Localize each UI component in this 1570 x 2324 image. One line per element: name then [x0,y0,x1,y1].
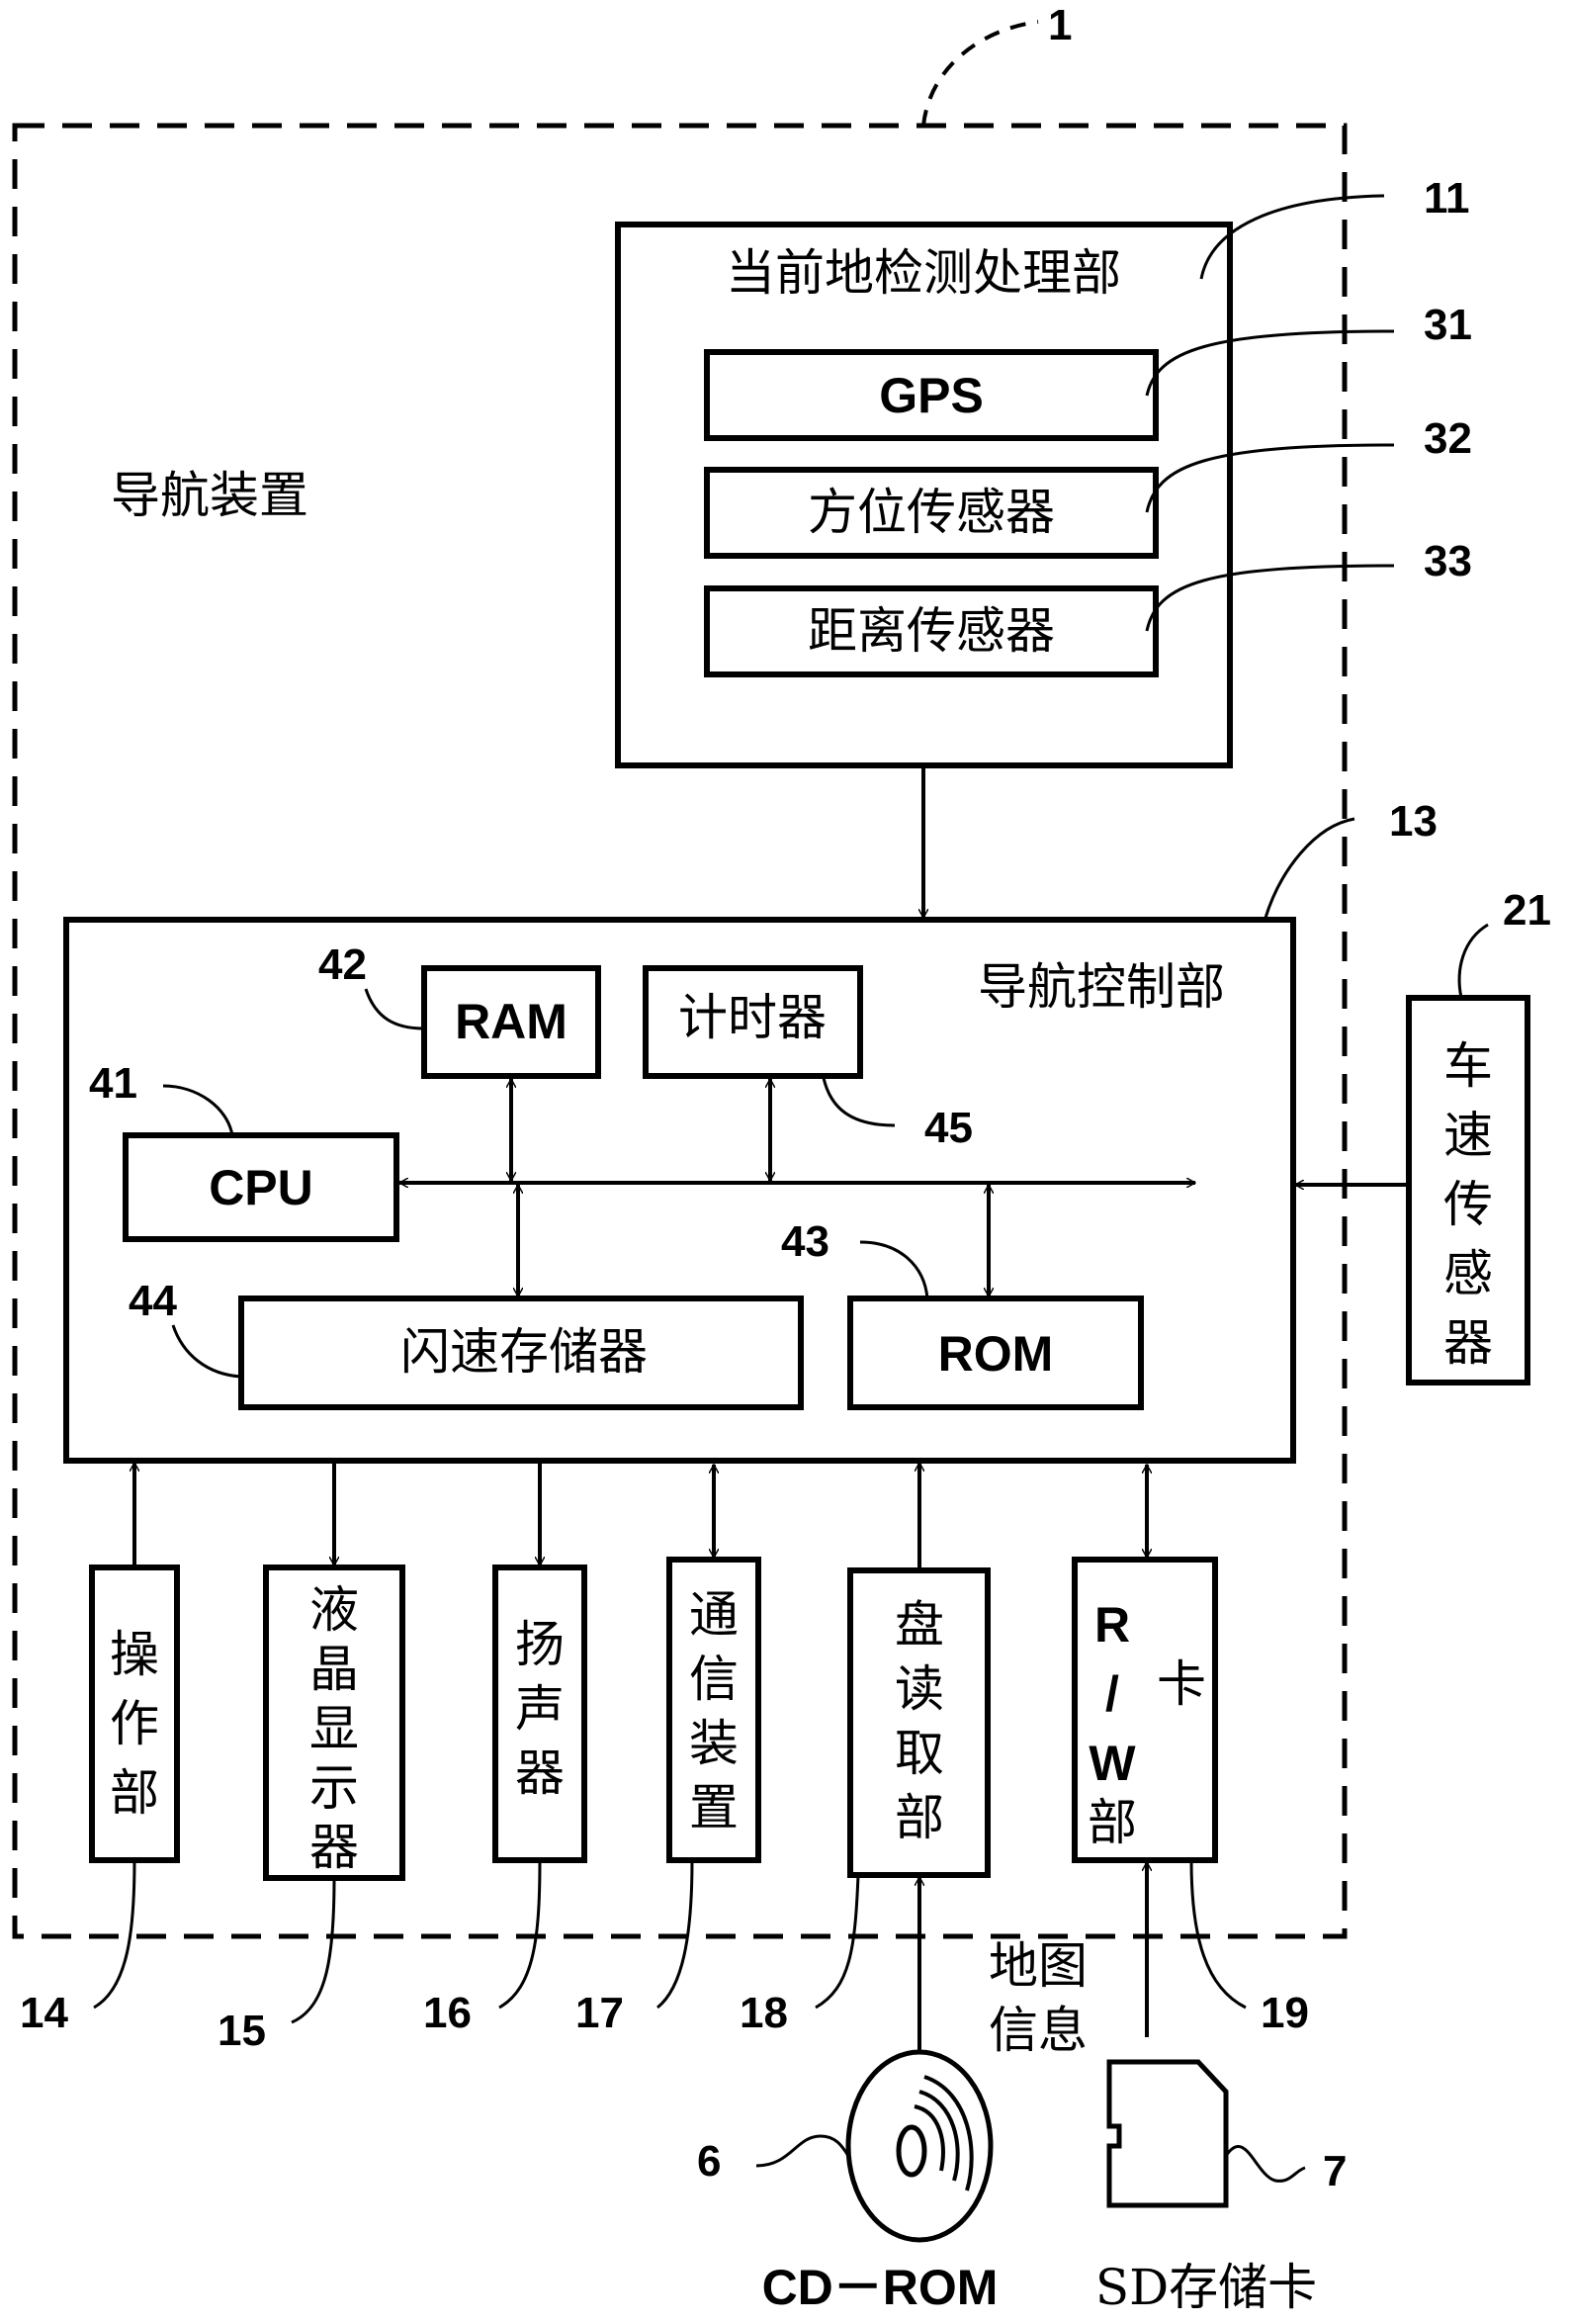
svg-text:器: 器 [309,1819,359,1876]
svg-text:器: 器 [1443,1314,1493,1372]
svg-text:声: 声 [515,1680,565,1738]
ref-21-label: 21 [1503,886,1551,935]
cpu-label: CPU [209,1160,313,1215]
ref-13-leader [1264,817,1355,919]
svg-text:感: 感 [1443,1245,1493,1302]
ref-1-leader [921,20,1039,127]
cdrom-label: CD－ROM [762,2260,999,2315]
map-info-label: 地图 信息 [989,1937,1088,2059]
svg-text:部: 部 [110,1764,159,1822]
ref-41-label: 41 [89,1059,137,1108]
svg-text:示: 示 [309,1759,359,1817]
sd-card-icon [1106,2059,1229,2208]
svg-text:取: 取 [895,1725,944,1782]
ref-19-label: 19 [1261,1989,1309,2037]
svg-text:地图: 地图 [989,1937,1088,1995]
ref-44-label: 44 [129,1277,177,1325]
svg-text:作: 作 [110,1695,159,1752]
svg-text:盘: 盘 [895,1596,944,1654]
svg-text:部: 部 [1088,1794,1137,1851]
flash-memory-label: 闪速存储器 [400,1323,648,1381]
ref-33-label: 33 [1424,537,1472,585]
lcd-display-label: 液 晶 显 示 器 [309,1581,359,1876]
ref-6-leader [755,2134,850,2168]
ref-16-label: 16 [423,1989,472,2037]
navigation-device-label: 导航装置 [111,467,308,524]
svg-text:液: 液 [309,1581,359,1639]
svg-text:速: 速 [1443,1107,1493,1164]
ram-label: RAM [455,994,567,1049]
sd-card-label: SD存储卡 [1095,2259,1317,2316]
vehicle-speed-sensor-label: 车 速 传 感 器 [1443,1037,1493,1372]
cdrom-icon [845,2049,994,2243]
rom-label: ROM [938,1326,1054,1382]
ref-45-label: 45 [924,1104,973,1152]
ref-6-label: 6 [697,2137,721,2186]
ref-11-label: 11 [1424,174,1470,223]
ref-18-label: 18 [740,1989,788,2037]
ref-17-label: 17 [575,1989,624,2037]
speaker-label: 扬 声 器 [515,1616,565,1802]
operation-unit-label: 操 作 部 [110,1626,159,1822]
ref-7-label: 7 [1323,2147,1347,2195]
ref-1-label: 1 [1048,1,1072,49]
svg-text:装: 装 [689,1715,739,1772]
ref-13-label: 13 [1389,797,1438,846]
ref-21-leader [1457,923,1489,999]
svg-text:卡: 卡 [1157,1655,1206,1713]
ref-42-label: 42 [318,940,367,989]
svg-text:信息: 信息 [989,2002,1088,2059]
svg-text:置: 置 [689,1779,739,1836]
svg-text:/: / [1105,1666,1119,1722]
svg-text:器: 器 [515,1744,565,1802]
svg-text:通: 通 [689,1586,739,1644]
ref-14-label: 14 [20,1989,68,2037]
timer-label: 计时器 [678,989,827,1046]
ref-15-label: 15 [218,2007,266,2055]
ref-18-leader [815,1874,860,2010]
svg-text:传: 传 [1443,1176,1493,1233]
navigation-device-block-diagram: marker path { stroke-width:3; } 1 导航装置 当… [12,1,1551,2316]
current-position-detection-title: 当前地检测处理部 [726,244,1121,302]
svg-text:晶: 晶 [309,1641,359,1698]
svg-text:扬: 扬 [515,1616,565,1673]
distance-sensor-label: 距离传感器 [808,602,1055,660]
svg-text:R: R [1094,1597,1130,1653]
svg-text:显: 显 [309,1700,359,1757]
svg-text:W: W [1089,1736,1136,1791]
gps-label: GPS [879,368,984,423]
svg-text:部: 部 [895,1789,944,1846]
ref-32-label: 32 [1424,414,1472,463]
ref-43-label: 43 [781,1217,829,1266]
navigation-control-title: 导航控制部 [978,958,1225,1016]
ref-15-leader [291,1877,336,2024]
ref-31-label: 31 [1424,301,1472,349]
svg-text:信: 信 [689,1651,739,1708]
ref-7-leader [1224,2145,1306,2183]
svg-text:操: 操 [110,1626,159,1683]
svg-text:车: 车 [1443,1037,1493,1095]
direction-sensor-label: 方位传感器 [808,484,1055,541]
svg-text:读: 读 [895,1660,944,1718]
